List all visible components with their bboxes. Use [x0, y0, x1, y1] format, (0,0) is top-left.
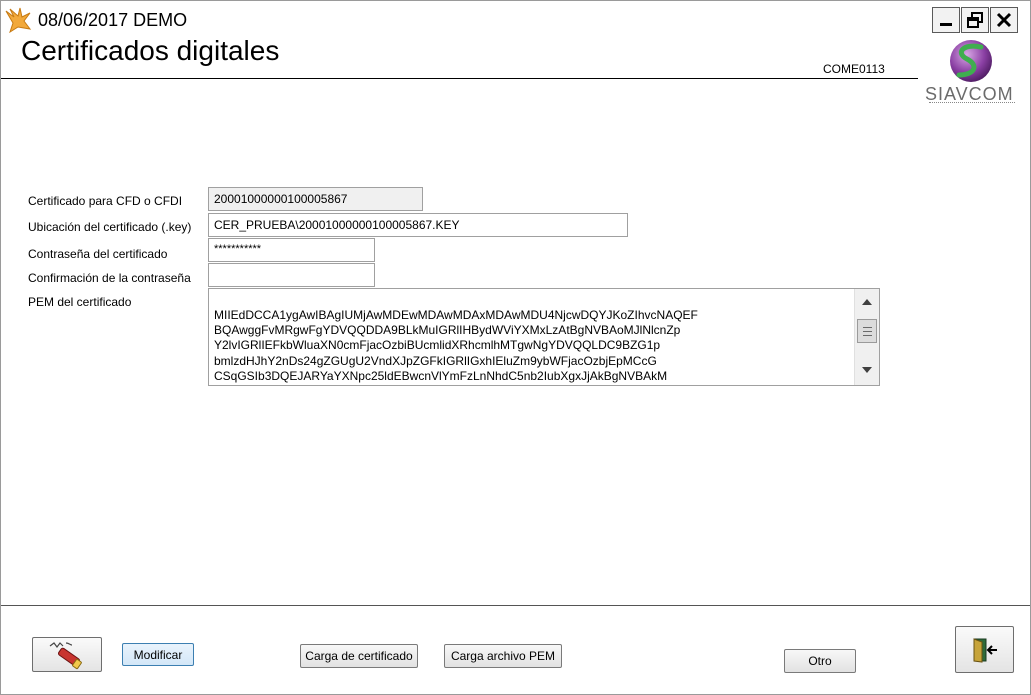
cert-location-field[interactable]: CER_PRUEBA\20001000000100005867.KEY	[208, 213, 628, 237]
scroll-up-icon[interactable]	[862, 299, 872, 305]
pem-textarea[interactable]: MIIEdDCCA1ygAwIBAgIUMjAwMDEwMDAwMDAxMDAw…	[208, 288, 880, 386]
restore-icon	[967, 12, 983, 28]
app-logo-icon	[5, 7, 32, 33]
password-label: Contraseña del certificado	[28, 247, 168, 261]
edit-pen-icon	[49, 641, 82, 669]
load-certificate-button[interactable]: Carga de certificado	[300, 644, 418, 668]
main-window: 08/06/2017 DEMO Certificados digitales C…	[0, 0, 1031, 695]
close-icon	[996, 12, 1012, 28]
scroll-thumb[interactable]	[857, 319, 877, 343]
edit-button[interactable]	[32, 637, 102, 672]
minimize-button[interactable]	[932, 7, 960, 33]
confirm-label: Confirmación de la contraseña	[28, 271, 191, 285]
pem-scrollbar[interactable]	[854, 289, 879, 385]
load-pem-button[interactable]: Carga archivo PEM	[444, 644, 562, 668]
logo-underline	[929, 102, 1015, 105]
restore-button[interactable]	[961, 7, 989, 33]
exit-button[interactable]	[955, 626, 1014, 673]
pem-text: MIIEdDCCA1ygAwIBAgIUMjAwMDEwMDAwMDAxMDAw…	[214, 308, 698, 383]
confirm-password-field[interactable]	[208, 263, 375, 287]
other-button[interactable]: Otro	[784, 649, 856, 673]
location-label: Ubicación del certificado (.key)	[28, 220, 192, 234]
close-button[interactable]	[990, 7, 1018, 33]
page-title: Certificados digitales	[21, 35, 280, 66]
password-field[interactable]: ***********	[208, 238, 375, 262]
footer-divider	[1, 605, 1030, 606]
scroll-down-icon[interactable]	[862, 367, 872, 373]
minimize-icon	[940, 23, 952, 26]
cert-label: Certificado para CFD o CFDI	[28, 194, 183, 208]
header-divider	[1, 78, 918, 79]
cert-number-field[interactable]: 20001000000100005867	[208, 187, 423, 211]
pem-label: PEM del certificado	[28, 295, 132, 309]
screen-code: COME0113	[823, 62, 885, 76]
title-bar: 08/06/2017 DEMO	[1, 1, 1030, 37]
window-title: 08/06/2017 DEMO	[38, 10, 188, 30]
exit-door-icon	[973, 637, 997, 663]
modify-button[interactable]: Modificar	[122, 643, 194, 666]
